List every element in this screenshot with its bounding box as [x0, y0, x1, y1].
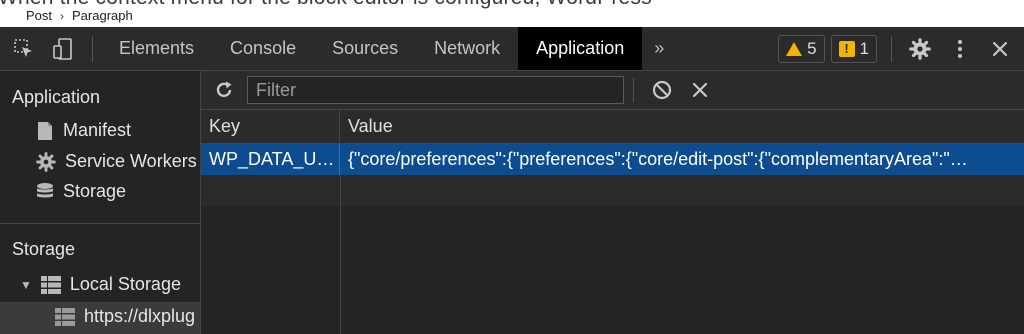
empty-row — [201, 206, 1024, 237]
application-sidebar: Application Manifest Service Workers Sto… — [0, 71, 201, 334]
device-toolbar-icon[interactable] — [44, 27, 84, 70]
sidebar-item-label: Local Storage — [69, 274, 181, 294]
database-icon — [37, 182, 53, 197]
devtools-toolbar: Elements Console Sources Network Applica… — [0, 27, 1024, 71]
sidebar-item-service-workers[interactable]: Service Workers — [36, 151, 197, 172]
toolbar-divider — [891, 35, 892, 62]
more-tabs-icon[interactable]: » — [642, 38, 676, 59]
sidebar-item-storage[interactable]: Storage — [36, 181, 126, 202]
sidebar-item-label: Manifest — [63, 120, 132, 140]
filter-input[interactable] — [247, 76, 624, 104]
sidebar-item-label: https://dlxplug — [84, 306, 196, 326]
sidebar-header-application: Application — [12, 87, 101, 107]
toolbar-divider — [92, 35, 93, 62]
sidebar-item-origin[interactable]: https://dlxplug — [0, 302, 200, 334]
tab-application[interactable]: Application — [518, 27, 643, 70]
refresh-icon[interactable] — [201, 71, 247, 109]
sidebar-header-storage: Storage — [12, 239, 76, 259]
sidebar-item-manifest[interactable]: Manifest — [36, 120, 131, 141]
breadcrumb-paragraph[interactable]: Paragraph — [72, 8, 133, 23]
page-strip: When the context menu for the block edit… — [0, 0, 1024, 27]
document-icon — [38, 121, 52, 140]
chevron-right-icon: › — [60, 8, 65, 23]
cell-key[interactable]: WP_DATA_U… — [201, 144, 340, 175]
warning-icon — [786, 41, 803, 56]
issue-icon: ! — [838, 40, 855, 57]
grid-icon — [40, 275, 61, 294]
tab-network[interactable]: Network — [416, 27, 518, 70]
close-icon[interactable] — [980, 27, 1020, 70]
local-storage-table: Key Value WP_DATA_U… {"core/preferences"… — [201, 110, 1024, 334]
inspect-element-icon[interactable] — [4, 27, 44, 70]
empty-row — [201, 175, 1024, 206]
warnings-badge[interactable]: 5 — [778, 34, 825, 63]
table-row[interactable]: WP_DATA_U… {"core/preferences":{"prefere… — [201, 144, 1024, 175]
cell-value[interactable]: {"core/preferences":{"preferences":{"cor… — [340, 144, 1024, 175]
warnings-count: 5 — [807, 38, 817, 58]
sidebar-item-label: Storage — [63, 181, 127, 201]
breadcrumb: Post › Paragraph — [26, 8, 139, 23]
sidebar-item-origin-content: https://dlxplug — [55, 306, 195, 327]
sidebar-item-local-storage[interactable]: ▼ Local Storage — [20, 274, 181, 295]
gear-icon[interactable] — [900, 27, 940, 70]
kebab-menu-icon[interactable] — [940, 27, 980, 70]
tab-console[interactable]: Console — [212, 27, 314, 70]
tab-sources[interactable]: Sources — [314, 27, 416, 70]
triangle-down-icon[interactable]: ▼ — [20, 278, 32, 292]
filter-divider — [633, 78, 634, 102]
gear-icon — [36, 151, 56, 172]
breadcrumb-post[interactable]: Post — [26, 8, 52, 23]
tab-elements[interactable]: Elements — [101, 27, 212, 70]
column-divider — [340, 206, 341, 334]
table-header: Key Value — [201, 110, 1024, 144]
column-header-value[interactable]: Value — [340, 110, 1024, 143]
delete-selected-icon[interactable] — [681, 71, 719, 109]
clear-all-icon[interactable] — [643, 71, 681, 109]
sidebar-item-label: Service Workers — [65, 151, 197, 171]
column-header-key[interactable]: Key — [201, 110, 340, 143]
storage-filter-bar — [201, 71, 1024, 110]
issues-badge[interactable]: ! 1 — [830, 34, 877, 63]
sidebar-divider — [0, 223, 200, 224]
grid-icon — [55, 307, 75, 326]
issues-count: 1 — [859, 38, 869, 58]
